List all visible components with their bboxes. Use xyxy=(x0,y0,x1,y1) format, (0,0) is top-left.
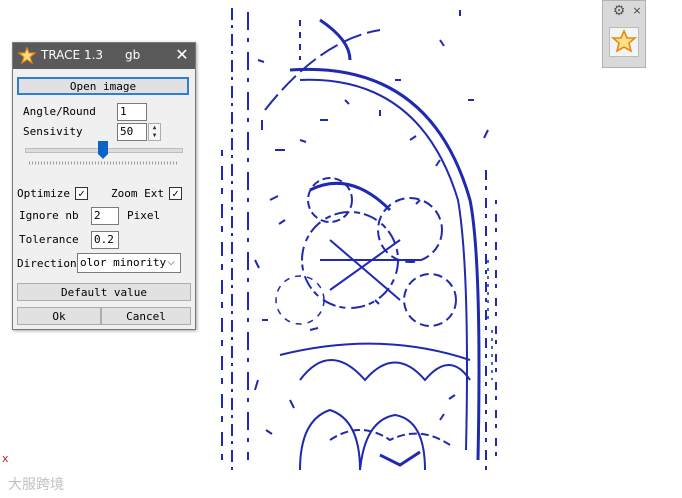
star-tool-icon[interactable] xyxy=(609,27,639,57)
zoom-ext-label: Zoom Ext xyxy=(111,187,164,200)
traced-window-outline xyxy=(221,8,497,471)
close-icon[interactable]: × xyxy=(631,3,643,19)
sensivity-label: Sensivity xyxy=(23,125,83,138)
zoom-ext-checkbox[interactable]: ✓ xyxy=(169,187,182,200)
dialog-subtitle: gb xyxy=(125,48,141,62)
stepper-up-icon[interactable]: ▲ xyxy=(149,124,160,132)
tolerance-input[interactable]: 0.2 xyxy=(91,231,119,249)
ignore-nb-label: Ignore nb xyxy=(19,209,79,222)
sensivity-stepper[interactable]: ▲ ▼ xyxy=(148,123,161,141)
tool-palette: ⚙ × xyxy=(602,0,646,68)
trace-dialog: TRACE 1.3 gb ✕ Open image Angle/Round 1 … xyxy=(12,42,196,330)
open-image-button[interactable]: Open image xyxy=(17,77,189,95)
close-icon[interactable]: ✕ xyxy=(171,44,193,66)
corner-mark: x xyxy=(2,452,9,465)
stepper-down-icon[interactable]: ▼ xyxy=(149,132,160,140)
direction-label: Direction xyxy=(17,257,77,270)
tolerance-label: Tolerance xyxy=(19,233,79,246)
dialog-titlebar[interactable]: TRACE 1.3 gb ✕ xyxy=(13,43,195,69)
cancel-button[interactable]: Cancel xyxy=(101,307,191,325)
direction-select[interactable]: olor minority ⌵ xyxy=(77,253,181,273)
dialog-title: TRACE 1.3 xyxy=(41,48,104,62)
pixel-label: Pixel xyxy=(127,209,161,222)
gear-icon[interactable]: ⚙ xyxy=(611,3,627,19)
sensivity-slider-thumb[interactable] xyxy=(98,141,108,159)
default-value-button[interactable]: Default value xyxy=(17,283,191,301)
chevron-down-icon[interactable]: ⌵ xyxy=(164,255,178,271)
angle-round-input[interactable]: 1 xyxy=(117,103,147,121)
sensivity-input[interactable]: 50 xyxy=(117,123,147,141)
star-tool-icon-graphic xyxy=(610,28,638,53)
ignore-nb-input[interactable]: 2 xyxy=(91,207,119,225)
angle-round-label: Angle/Round xyxy=(23,105,96,118)
optimize-checkbox[interactable]: ✓ xyxy=(75,187,88,200)
optimize-label: Optimize xyxy=(17,187,70,200)
ok-button[interactable]: Ok xyxy=(17,307,101,325)
watermark: 大服跨境 xyxy=(8,477,64,493)
direction-select-value: olor minority xyxy=(80,256,167,269)
app-star-icon xyxy=(18,47,36,65)
slider-ticks xyxy=(29,161,177,165)
